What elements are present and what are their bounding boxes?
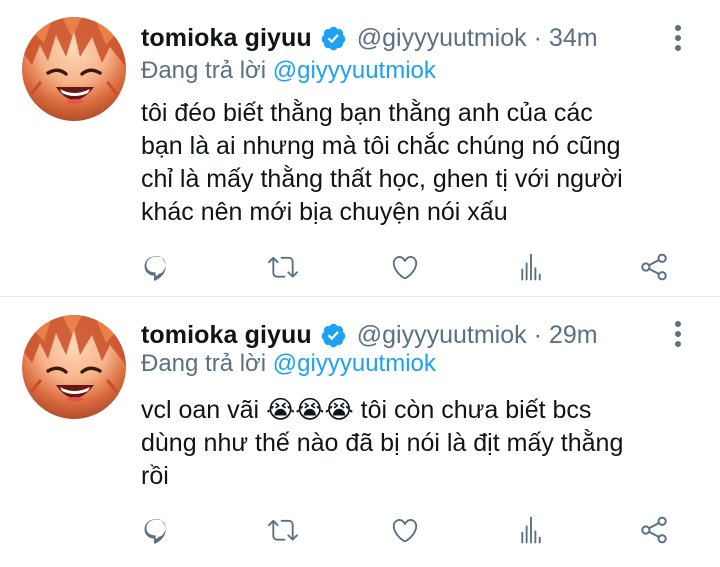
more-vertical-icon[interactable] <box>671 321 685 347</box>
replying-to: Đang trả lời @giyyyuutmiok <box>141 350 436 378</box>
replying-to: Đang trả lời @giyyyuutmiok <box>141 57 436 85</box>
tweet[interactable]: tomioka giyuu @giyyyuutmiok · 29m Đang t… <box>0 297 720 567</box>
share-button[interactable] <box>637 250 671 284</box>
separator: · <box>533 320 542 349</box>
tweet-header: tomioka giyuu @giyyyuutmiok · 34m <box>141 20 598 56</box>
replying-prefix: Đang trả lời <box>141 350 267 377</box>
separator: · <box>533 23 542 52</box>
retweet-button[interactable] <box>266 513 300 547</box>
display-name[interactable]: tomioka giyuu <box>141 24 312 53</box>
tweet[interactable]: tomioka giyuu @giyyyuutmiok · 34m Đang t… <box>0 0 720 297</box>
handle[interactable]: @giyyyuutmiok <box>357 24 527 53</box>
tweet-text: tôi đéo biết thằng bạn thằng anh của các… <box>141 99 623 226</box>
heart-icon <box>392 518 418 543</box>
like-button[interactable] <box>388 513 422 547</box>
timestamp[interactable]: 34m <box>549 24 598 53</box>
reply-icon <box>144 256 166 281</box>
avatar-image <box>22 315 126 402</box>
verified-badge-icon <box>320 322 347 349</box>
tweet-actions <box>0 513 720 547</box>
retweet-button[interactable] <box>266 250 300 284</box>
retweet-icon <box>268 256 298 278</box>
heart-icon <box>392 255 418 280</box>
share-icon <box>641 516 667 544</box>
avatar[interactable] <box>22 17 126 121</box>
more-vertical-icon[interactable] <box>671 25 685 51</box>
share-button[interactable] <box>637 513 671 547</box>
display-name[interactable]: tomioka giyuu <box>141 321 312 350</box>
retweet-icon <box>268 519 298 541</box>
analytics-icon <box>521 516 541 544</box>
replying-prefix: Đang trả lời <box>141 57 267 84</box>
reply-icon <box>144 519 166 544</box>
replying-mention[interactable]: @giyyyuutmiok <box>273 350 436 377</box>
tweet-header: tomioka giyuu @giyyyuutmiok · 29m <box>141 317 598 353</box>
analytics-button[interactable] <box>514 250 548 284</box>
analytics-icon <box>521 253 541 281</box>
tweet-text: vcl oan vãi 😭😭😭 tôi còn chưa biết bcs dù… <box>141 396 624 490</box>
tweet-actions <box>0 250 720 284</box>
avatar-image <box>22 17 126 104</box>
avatar[interactable] <box>22 315 126 419</box>
timestamp[interactable]: 29m <box>549 321 598 350</box>
handle[interactable]: @giyyyuutmiok <box>357 321 527 350</box>
verified-badge-icon <box>320 25 347 52</box>
like-button[interactable] <box>388 250 422 284</box>
replying-mention[interactable]: @giyyyuutmiok <box>273 57 436 84</box>
share-icon <box>641 253 667 281</box>
analytics-button[interactable] <box>514 513 548 547</box>
reply-button[interactable] <box>140 513 174 547</box>
reply-button[interactable] <box>140 250 174 284</box>
